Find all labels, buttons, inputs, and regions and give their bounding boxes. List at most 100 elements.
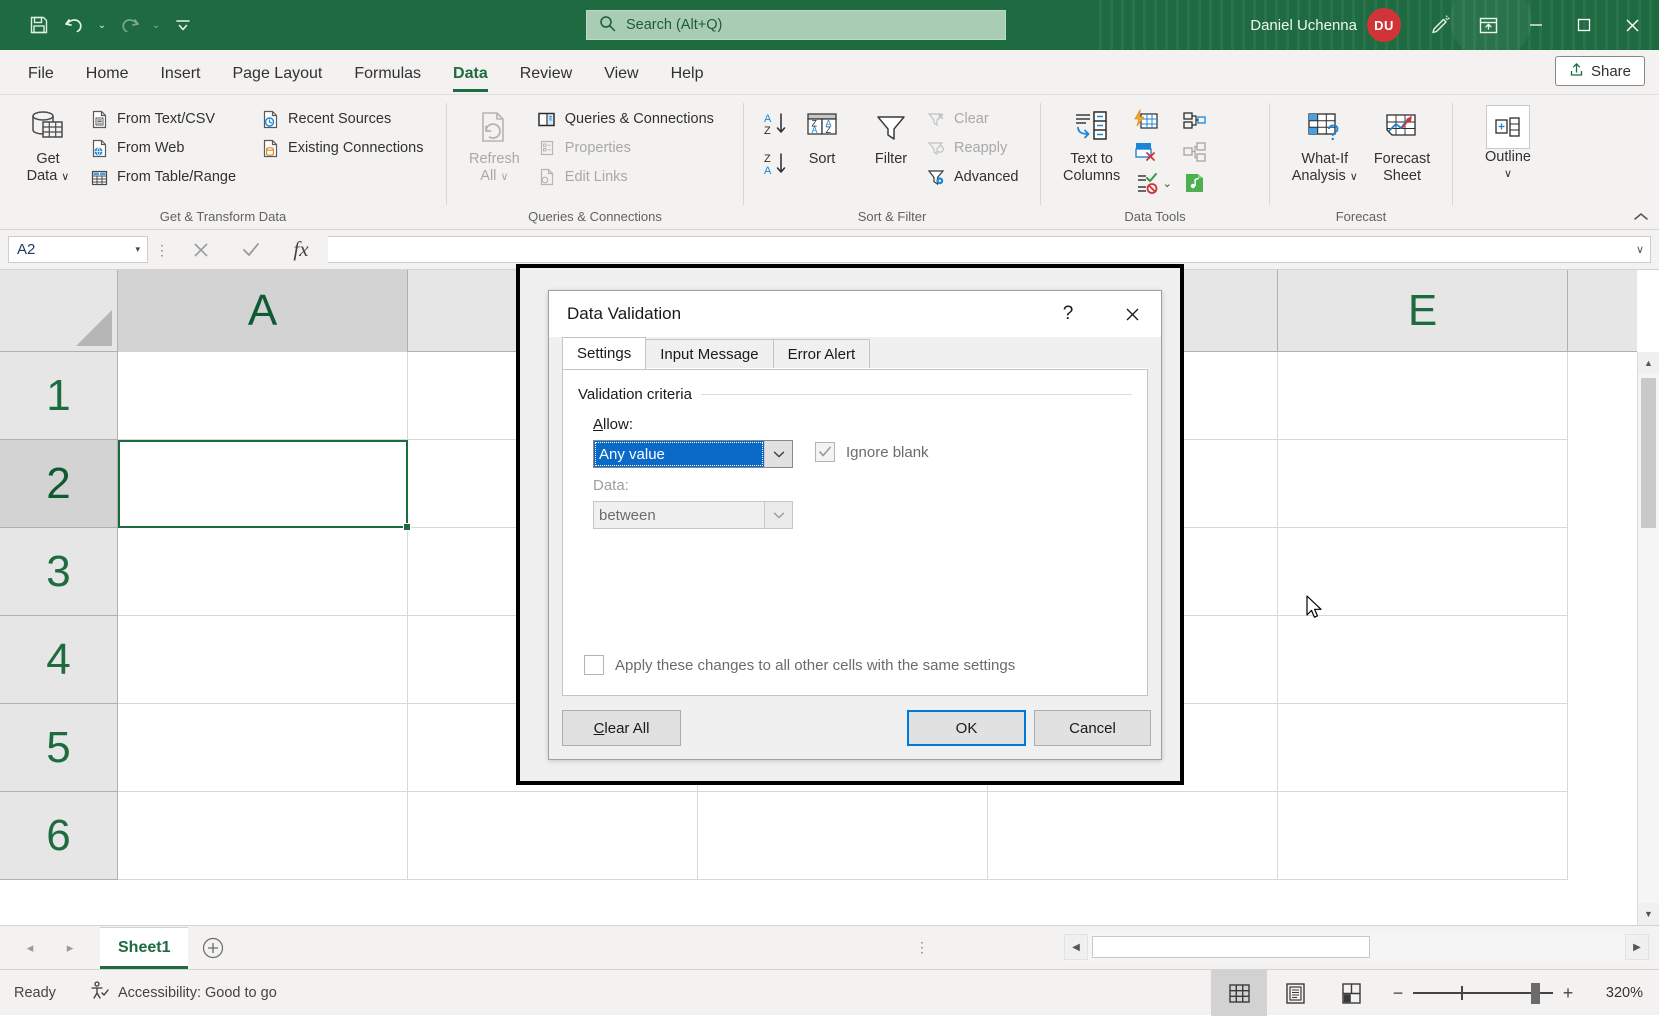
sheet-split-handle[interactable]: ⋮ [915, 943, 929, 952]
cell-A3[interactable] [118, 528, 408, 616]
zoom-in-button[interactable]: + [1553, 970, 1583, 1016]
ignore-blank-checkbox[interactable]: Ignore blank [815, 442, 929, 462]
sheet-nav-previous-icon[interactable]: ◂ [10, 933, 50, 963]
enter-icon[interactable] [226, 235, 276, 265]
ribbon-tab-view[interactable]: View [588, 54, 654, 94]
ok-button[interactable]: OK [907, 710, 1026, 746]
consolidate-icon[interactable] [1178, 107, 1210, 135]
ribbon-tab-review[interactable]: Review [504, 54, 588, 94]
sheet-nav-next-icon[interactable]: ▸ [50, 933, 90, 963]
get-data-button[interactable]: Get Data ∨ [18, 101, 78, 190]
cell-E3[interactable] [1278, 528, 1568, 616]
ribbon-tab-file[interactable]: File [12, 54, 70, 94]
horizontal-scroll-thumb[interactable] [1092, 936, 1370, 958]
existing-connections-button[interactable]: Existing Connections [255, 134, 430, 162]
horizontal-scrollbar[interactable]: ◀ ▶ [1064, 933, 1649, 961]
name-box[interactable]: A2 ▾ [8, 236, 148, 263]
cell-A1[interactable] [118, 352, 408, 440]
apply-to-all-cells-checkbox[interactable]: Apply these changes to all other cells w… [584, 655, 1015, 675]
maximize-icon[interactable] [1561, 2, 1607, 48]
search-box[interactable]: Search (Alt+Q) [586, 10, 1006, 40]
page-layout-view-button[interactable] [1267, 970, 1323, 1016]
collapse-ribbon-icon[interactable] [1633, 210, 1649, 225]
ribbon-tab-help[interactable]: Help [655, 54, 720, 94]
zoom-slider[interactable] [1413, 970, 1553, 1016]
data-validation-icon[interactable]: ⌄ [1130, 169, 1176, 197]
ribbon-display-options-icon[interactable] [1465, 2, 1511, 48]
advanced-filter-button[interactable]: Advanced [921, 163, 1026, 191]
hscroll-track[interactable] [1088, 934, 1625, 960]
sort-button[interactable]: ZAAZ Sort [794, 101, 850, 172]
recent-sources-button[interactable]: Recent Sources [255, 105, 430, 133]
ribbon-tab-home[interactable]: Home [70, 54, 145, 94]
name-box-caret-icon[interactable]: ▾ [135, 244, 140, 255]
what-if-analysis-button[interactable]: ? What-If Analysis ∨ [1284, 101, 1366, 190]
scroll-down-icon[interactable]: ▼ [1638, 903, 1659, 925]
chevron-down-icon[interactable]: ∨ [1504, 166, 1512, 183]
dialog-tab-settings[interactable]: Settings [562, 337, 646, 369]
cell-A5[interactable] [118, 704, 408, 792]
from-text-csv-button[interactable]: From Text/CSV [84, 105, 243, 133]
zoom-slider-thumb[interactable] [1531, 983, 1540, 1004]
ribbon-tab-insert[interactable]: Insert [144, 54, 216, 94]
manage-data-model-icon[interactable] [1178, 169, 1210, 197]
undo-icon[interactable] [58, 8, 92, 42]
dialog-tab-error-alert[interactable]: Error Alert [773, 339, 871, 369]
dialog-tab-input-message[interactable]: Input Message [645, 339, 773, 369]
sort-descending-icon[interactable]: ZA [758, 147, 794, 181]
chevron-down-icon[interactable]: ⌄ [1163, 177, 1172, 190]
avatar[interactable]: DU [1367, 8, 1401, 42]
pen-icon[interactable] [1417, 2, 1463, 48]
hscroll-left-icon[interactable]: ◀ [1064, 934, 1088, 960]
ribbon-tab-page-layout[interactable]: Page Layout [216, 54, 338, 94]
cell-C6[interactable] [698, 792, 988, 880]
cell-B6[interactable] [408, 792, 698, 880]
vertical-scrollbar[interactable]: ▲ ▼ [1637, 352, 1659, 925]
cell-D6[interactable] [988, 792, 1278, 880]
add-sheet-button[interactable] [188, 927, 238, 969]
page-break-preview-button[interactable] [1323, 970, 1379, 1016]
remove-duplicates-icon[interactable] [1130, 138, 1162, 166]
cell-E5[interactable] [1278, 704, 1568, 792]
outline-button[interactable]: Outline ∨ [1477, 101, 1539, 187]
customize-quick-access-toolbar-icon[interactable] [166, 8, 200, 42]
row-header-5[interactable]: 5 [0, 704, 117, 792]
allow-dropdown[interactable]: Any value [593, 440, 793, 468]
expand-formula-bar-icon[interactable]: ∨ [1636, 243, 1644, 256]
cell-A4[interactable] [118, 616, 408, 704]
zoom-out-button[interactable]: − [1383, 970, 1413, 1016]
vertical-scroll-thumb[interactable] [1641, 378, 1656, 528]
cell-A2[interactable] [118, 440, 408, 528]
row-header-1[interactable]: 1 [0, 352, 117, 440]
forecast-sheet-button[interactable]: Forecast Sheet [1366, 101, 1438, 189]
clear-all-button[interactable]: Clear All [562, 710, 681, 746]
close-icon[interactable] [1609, 2, 1655, 48]
chevron-down-icon[interactable] [764, 441, 792, 467]
column-header-A[interactable]: A [118, 270, 408, 352]
zoom-level-label[interactable]: 320% [1587, 985, 1659, 1001]
hscroll-right-icon[interactable]: ▶ [1625, 934, 1649, 960]
select-all-corner[interactable] [0, 270, 118, 352]
from-web-button[interactable]: From Web [84, 134, 243, 162]
from-table-range-button[interactable]: From Table/Range [84, 163, 243, 191]
share-button[interactable]: Share [1555, 56, 1645, 86]
cancel-button[interactable]: Cancel [1034, 710, 1151, 746]
cancel-icon[interactable] [176, 235, 226, 265]
row-header-2[interactable]: 2 [0, 440, 117, 528]
row-header-6[interactable]: 6 [0, 792, 117, 880]
cell-E2[interactable] [1278, 440, 1568, 528]
normal-view-button[interactable] [1211, 970, 1267, 1016]
filter-button[interactable]: Filter [863, 101, 919, 172]
relationships-icon[interactable] [1178, 138, 1210, 166]
flash-fill-icon[interactable] [1130, 107, 1162, 135]
help-icon[interactable]: ? [1053, 299, 1083, 329]
row-header-4[interactable]: 4 [0, 616, 117, 704]
minimize-icon[interactable] [1513, 2, 1559, 48]
formula-input[interactable]: ∨ [328, 236, 1651, 263]
insert-function-icon[interactable]: fx [276, 235, 326, 265]
save-icon[interactable] [22, 8, 56, 42]
row-header-3[interactable]: 3 [0, 528, 117, 616]
scroll-up-icon[interactable]: ▲ [1638, 352, 1659, 374]
column-header-E[interactable]: E [1278, 270, 1568, 352]
accessibility-status[interactable]: Accessibility: Good to go [88, 980, 277, 1006]
